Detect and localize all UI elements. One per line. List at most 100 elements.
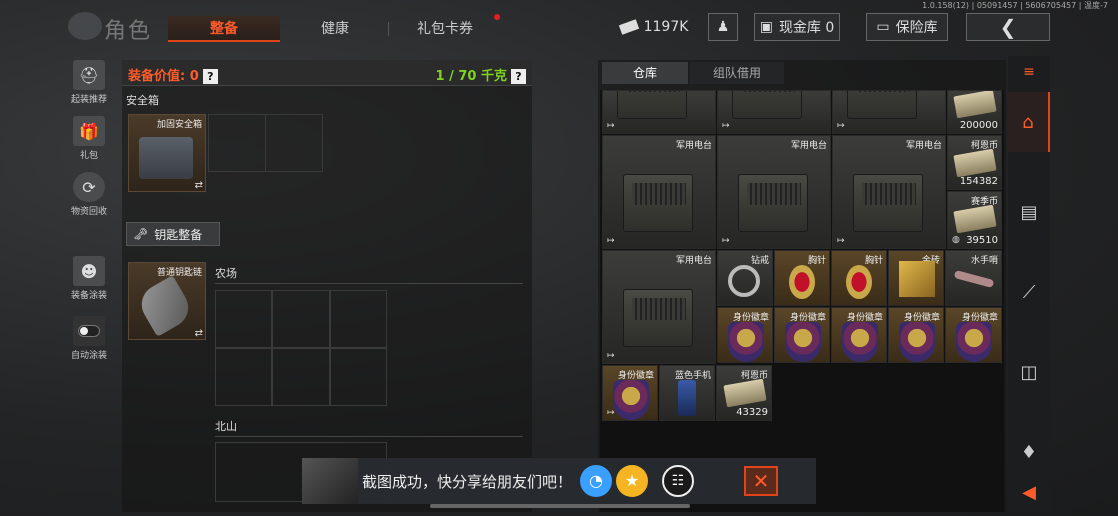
storage-item[interactable]: 军用电台 ↦ bbox=[602, 250, 716, 364]
keychain-slot[interactable]: 普通钥匙链 ⇄ bbox=[128, 262, 206, 340]
gift-label: 礼包 bbox=[79, 151, 98, 161]
character-logo-icon bbox=[68, 12, 102, 40]
safe-box-cell[interactable] bbox=[208, 114, 266, 172]
tab-gear[interactable]: 整备 bbox=[168, 16, 280, 42]
brooch-icon bbox=[846, 265, 872, 299]
storage-item[interactable]: 柯恩币 43329 bbox=[716, 365, 772, 421]
key-cell[interactable] bbox=[329, 290, 387, 348]
storage-item[interactable]: 身份徽章 ↦ bbox=[602, 365, 658, 421]
tab-storage[interactable]: 仓库 bbox=[602, 62, 688, 84]
game-screen: 1.0.158(12) | 05091457 | 5606705457 | 温度… bbox=[0, 0, 1118, 516]
gear-skin-button[interactable]: ☻ 装备涂装 bbox=[66, 256, 112, 304]
storage-item[interactable]: 蓝色手机 bbox=[659, 365, 715, 421]
badge-icon bbox=[899, 322, 935, 362]
storage-item[interactable]: 身份徽章 bbox=[774, 307, 830, 363]
key-cell[interactable] bbox=[272, 348, 330, 406]
brooch-icon bbox=[789, 265, 815, 299]
storage-item[interactable]: 胸针 bbox=[774, 250, 830, 306]
safe-icon: ▭ bbox=[876, 19, 890, 35]
storage-item[interactable]: 军用电台 ↦ bbox=[832, 135, 946, 249]
tab-team-borrow[interactable]: 组队借用 bbox=[690, 62, 784, 84]
radio-icon bbox=[853, 174, 923, 232]
tieba-share-icon[interactable]: ☷ bbox=[662, 465, 695, 497]
help-icon[interactable]: ? bbox=[202, 69, 218, 84]
helmet-icon: ⛑ bbox=[73, 60, 105, 90]
key-cell[interactable] bbox=[215, 290, 273, 348]
money-icon bbox=[723, 378, 767, 408]
operator-button[interactable]: ♟ bbox=[708, 13, 738, 41]
tab-gift-cards[interactable]: 礼包卡券 bbox=[398, 16, 492, 42]
cash-icon bbox=[618, 19, 639, 35]
cash-storage-icon: ▣ bbox=[759, 19, 773, 35]
money-icon bbox=[953, 204, 997, 234]
storage-item[interactable]: 军用电台 ↦ bbox=[602, 135, 716, 249]
loadout-recommend-button[interactable]: ⛑ 起装推荐 bbox=[66, 60, 112, 108]
tab-divider bbox=[388, 22, 389, 36]
storage-item[interactable]: 身份徽章 bbox=[888, 307, 944, 363]
collapse-arrow-icon[interactable]: ◀ bbox=[1008, 476, 1050, 508]
storage-item[interactable]: 军用电台 ↦ bbox=[717, 135, 831, 249]
back-arrow-icon: ❮ bbox=[999, 15, 1017, 39]
auto-skin-toggle[interactable]: 自动涂装 bbox=[66, 316, 112, 364]
qq-share-icon[interactable]: ◔ bbox=[580, 465, 613, 497]
gift-button[interactable]: 🎁 礼包 bbox=[66, 116, 112, 164]
storage-item[interactable]: 柯恩币 154382 bbox=[947, 135, 1002, 190]
storage-item[interactable]: 200000 bbox=[947, 90, 1002, 134]
storage-item[interactable]: 身份徽章 bbox=[831, 307, 887, 363]
home-indicator bbox=[430, 504, 690, 508]
close-icon[interactable]: ✕ bbox=[744, 466, 779, 496]
sort-icon[interactable]: ≡ bbox=[1008, 56, 1050, 88]
storage-item[interactable]: 身份徽章 bbox=[717, 307, 773, 363]
storage-item[interactable]: 钻戒 bbox=[717, 250, 773, 306]
safe-box-cell[interactable] bbox=[265, 114, 323, 172]
safe-box-heading: 安全箱 bbox=[126, 94, 159, 107]
swap-icon[interactable]: ⇄ bbox=[195, 328, 203, 339]
recycle-button[interactable]: ⟳ 物资回收 bbox=[66, 172, 112, 220]
swap-icon[interactable]: ⇄ bbox=[195, 180, 203, 191]
item-name: 军用电台 bbox=[675, 141, 712, 151]
storage-item[interactable]: ↦ bbox=[602, 90, 716, 134]
soldier-icon: ☻ bbox=[73, 256, 105, 286]
storage-item[interactable]: 水手哨 bbox=[945, 250, 1002, 306]
money-display: 1197K bbox=[618, 13, 690, 41]
tab-health[interactable]: 健康 bbox=[300, 16, 370, 42]
move-icon: ↦ bbox=[837, 121, 845, 131]
recycle-label: 物资回收 bbox=[70, 207, 107, 217]
key-cell[interactable] bbox=[272, 290, 330, 348]
whistle-icon bbox=[953, 269, 995, 289]
gear-header: 装备价值: 0? 1 / 70 千克? bbox=[122, 60, 532, 86]
toggle-icon bbox=[73, 316, 105, 346]
key-icon: 🗝 bbox=[133, 227, 149, 241]
back-button[interactable]: ❮ bbox=[966, 13, 1050, 41]
key-cell[interactable] bbox=[215, 348, 273, 406]
crate-icon[interactable]: ◫ bbox=[1008, 342, 1050, 402]
key-gear-button[interactable]: 🗝 钥匙整备 bbox=[126, 222, 220, 246]
storage-item[interactable]: 身份徽章 bbox=[945, 307, 1002, 363]
divider bbox=[215, 283, 523, 284]
qzone-share-icon[interactable]: ★ bbox=[616, 465, 649, 497]
auto-skin-label: 自动涂装 bbox=[70, 351, 107, 361]
gear-skin-label: 装备涂装 bbox=[70, 291, 107, 301]
divider bbox=[215, 436, 523, 437]
screenshot-thumbnail bbox=[302, 458, 358, 504]
move-icon: ↦ bbox=[607, 121, 615, 131]
storage-item[interactable]: ↦ bbox=[832, 90, 946, 134]
storage-item[interactable]: 胸针 bbox=[831, 250, 887, 306]
key-cell[interactable] bbox=[329, 348, 387, 406]
operator-icon: ♟ bbox=[716, 19, 730, 35]
safe-button[interactable]: ▭ 保险库 bbox=[866, 13, 948, 41]
storage-item[interactable]: 金砖 bbox=[888, 250, 944, 306]
home-icon[interactable]: ⌂ bbox=[1008, 92, 1050, 152]
ammo-box-icon[interactable]: ▤ bbox=[1008, 182, 1050, 242]
badge-icon bbox=[956, 322, 992, 362]
gold-bar-icon bbox=[899, 261, 935, 297]
notification-dot-icon bbox=[494, 14, 500, 20]
help-icon[interactable]: ? bbox=[511, 69, 526, 84]
shirt-icon[interactable]: ♦ bbox=[1008, 422, 1050, 482]
badge-icon bbox=[842, 322, 878, 362]
rifle-icon[interactable]: ⟋ bbox=[1008, 262, 1050, 322]
safe-box-slot[interactable]: 加固安全箱 ⇄ bbox=[128, 114, 206, 192]
storage-item[interactable]: 赛季币 ◍ 39510 bbox=[947, 191, 1002, 249]
storage-item[interactable]: ↦ bbox=[717, 90, 831, 134]
cash-storage-button[interactable]: ▣ 现金库 0 bbox=[754, 13, 840, 41]
